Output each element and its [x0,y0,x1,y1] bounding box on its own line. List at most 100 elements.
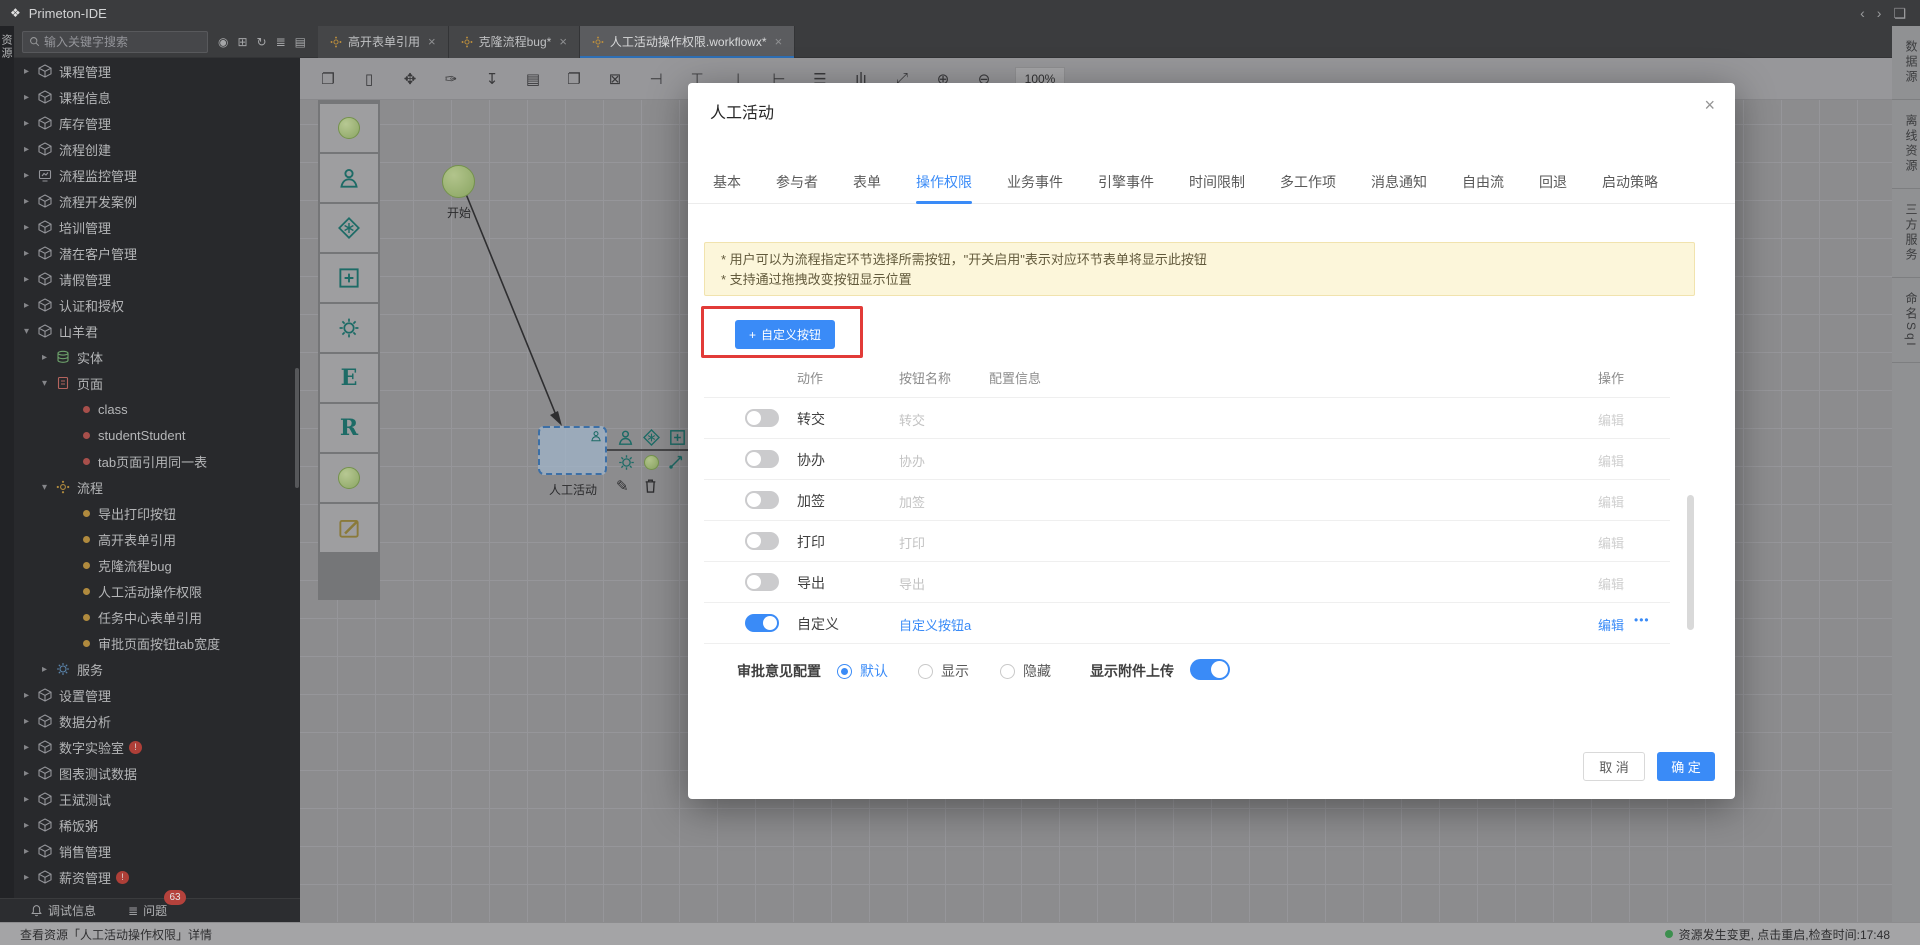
tree-expander-icon[interactable]: ▾ [42,482,56,493]
problems-item[interactable]: ≣ 问题 63 [128,890,187,919]
align-left-icon[interactable]: ⊣ [643,70,669,88]
tree-expander-icon[interactable]: ▸ [24,196,38,207]
edit-link[interactable]: 编辑 [1598,410,1624,429]
right-rail-tab[interactable]: 命名Sql [1892,278,1920,364]
tree-item[interactable]: 人工活动操作权限 [14,578,300,604]
palette-entity[interactable]: E [320,354,378,402]
trash-icon[interactable] [642,477,659,494]
tree-expander-icon[interactable]: ▸ [24,300,38,311]
quick-gear-icon[interactable] [618,454,635,471]
palette-manual-activity[interactable] [320,154,378,202]
palette-report[interactable]: R [320,404,378,452]
tree-expander-icon[interactable]: ▸ [24,118,38,129]
delete-icon[interactable]: ⊠ [602,70,628,88]
tree-item[interactable]: ▸ 薪资管理! [14,864,300,890]
tree-expander-icon[interactable]: ▸ [24,742,38,753]
document-icon[interactable]: ▤ [520,70,546,88]
edit-link[interactable]: 编辑 [1598,492,1624,511]
tree-item[interactable]: ▸ 流程开发案例 [14,188,300,214]
enable-toggle[interactable] [745,491,779,509]
close-tab-icon[interactable]: × [559,34,567,49]
left-rail-tab-resources[interactable]: 资源 [0,34,14,60]
dialog-tab[interactable]: 业务事件 [1007,167,1063,203]
quick-subprocess-icon[interactable] [669,429,686,446]
quick-person-icon[interactable] [617,429,634,446]
dialog-tab[interactable]: 启动策略 [1602,167,1658,203]
manual-activity-node[interactable] [538,426,607,475]
dialog-tab[interactable]: 消息通知 [1371,167,1427,203]
palette-gateway[interactable] [320,204,378,252]
tree-item[interactable]: ▸ 认证和授权 [14,292,300,318]
dialog-tab[interactable]: 参与者 [776,167,818,203]
tree-item[interactable]: ▸ 服务 [14,656,300,682]
tree-expander-icon[interactable]: ▾ [42,378,56,389]
tree-expander-icon[interactable]: ▸ [24,248,38,259]
duplicate-icon[interactable]: ❐ [561,70,587,88]
tree-expander-icon[interactable]: ▸ [42,352,56,363]
tree-item[interactable]: ▸ 课程信息 [14,84,300,110]
tree-expander-icon[interactable]: ▸ [24,768,38,779]
enable-toggle[interactable] [745,450,779,468]
hand-icon[interactable]: ✥ [397,70,423,88]
tree-item[interactable]: ▸ 库存管理 [14,110,300,136]
dialog-tab[interactable]: 自由流 [1462,167,1504,203]
tree-item[interactable]: 高开表单引用 [14,526,300,552]
start-node[interactable] [442,165,475,198]
tree-item[interactable]: 审批页面按钮tab宽度 [14,630,300,656]
palette-auto-activity[interactable] [320,304,378,352]
dialog-tab[interactable]: 多工作项 [1280,167,1336,203]
tree-expander-icon[interactable]: ▸ [24,92,38,103]
tree-item[interactable]: ▸ 图表测试数据 [14,760,300,786]
enable-toggle[interactable] [745,573,779,591]
enable-toggle[interactable] [745,409,779,427]
tree-expander-icon[interactable]: ▸ [24,274,38,285]
palette-start-node[interactable] [320,104,378,152]
palette-subprocess[interactable] [320,254,378,302]
download-icon[interactable]: ↧ [479,70,505,88]
doc-tab[interactable]: 人工活动操作权限.workflowx* × [579,25,796,58]
button-name[interactable]: 自定义按钮a [899,615,971,634]
tree-expander-icon[interactable]: ▸ [24,716,38,727]
tree-item[interactable]: ▸ 王斌测试 [14,786,300,812]
enable-toggle[interactable] [745,614,779,632]
dialog-tab[interactable]: 基本 [713,167,741,203]
close-tab-icon[interactable]: × [775,34,783,49]
tree-expander-icon[interactable]: ▸ [24,872,38,883]
edit-pencil-icon[interactable]: ✎ [616,477,633,495]
search-input[interactable] [44,34,207,49]
tree-expander-icon[interactable]: ▸ [24,170,38,181]
tree-expander-icon[interactable]: ▸ [42,664,56,675]
edit-link[interactable]: 编辑 [1598,451,1624,470]
quick-end-node-icon[interactable] [644,455,659,470]
dialog-tab[interactable]: 操作权限 [916,167,972,204]
copy-icon[interactable]: ❐ [315,70,341,88]
tree-scrollbar[interactable] [295,368,299,488]
debug-info-item[interactable]: 调试信息 [30,902,96,919]
tree-expander-icon[interactable]: ▸ [24,820,38,831]
tree-expander-icon[interactable]: ▸ [24,222,38,233]
tree-item[interactable]: ▸ 稀饭粥 [14,812,300,838]
tree-item[interactable]: ▸ 数据分析 [14,708,300,734]
tree-item[interactable]: 导出打印按钮 [14,500,300,526]
right-rail-tab[interactable]: 三方服务 [1892,189,1920,278]
tree-item[interactable]: ▸ 潜在客户管理 [14,240,300,266]
tree-item[interactable]: ▸ 流程监控管理 [14,162,300,188]
dialog-tab[interactable]: 引擎事件 [1098,167,1154,203]
brush-icon[interactable]: ✑ [438,70,464,88]
ok-button[interactable]: 确 定 [1657,752,1715,781]
tree-expander-icon[interactable]: ▸ [24,794,38,805]
tree-item[interactable]: studentStudent [14,422,300,448]
tree-item[interactable]: ▾ 页面 [14,370,300,396]
tree-item[interactable]: ▾ 山羊君 [14,318,300,344]
tree-item[interactable]: ▸ 培训管理 [14,214,300,240]
tree-item[interactable]: class [14,396,300,422]
edit-link[interactable]: 编辑 [1598,615,1624,634]
ai-icon[interactable]: ◉ [218,35,228,49]
doc-tab[interactable]: 高开表单引用 × [318,25,449,58]
opinion-radio-2[interactable]: 显示 [918,661,969,681]
tree-expander-icon[interactable]: ▸ [24,690,38,701]
tree-expander-icon[interactable]: ▾ [24,326,38,337]
tree-item[interactable]: tab页面引用同一表 [14,448,300,474]
status-right[interactable]: 资源发生变更, 点击重启,检查时间:17:48 [1664,926,1890,943]
tree-item[interactable]: ▾ 流程 [14,474,300,500]
